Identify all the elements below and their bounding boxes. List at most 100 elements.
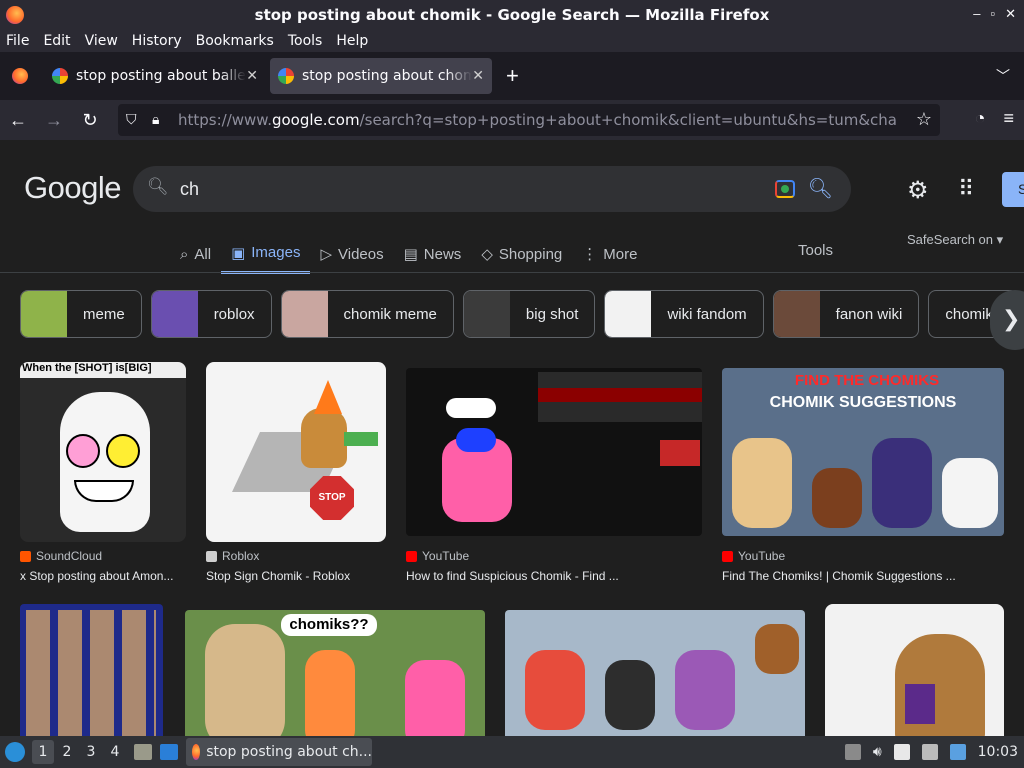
lock-icon[interactable]: 🔒︎ (152, 112, 174, 128)
chip-big-shot[interactable]: big shot (462, 290, 596, 338)
close-tab-icon[interactable]: ✕ (246, 68, 258, 84)
tab-title: stop posting about baller (76, 68, 246, 84)
app-menu-icon[interactable]: ≡ (1003, 108, 1014, 129)
window-title: stop posting about chomik - Google Searc… (254, 6, 770, 24)
tools-button[interactable]: Tools (798, 242, 833, 259)
tab-chomik[interactable]: stop posting about chomik ✕ (270, 58, 492, 94)
google-logo[interactable]: Google (24, 170, 121, 206)
chip-thumbnail (151, 291, 198, 337)
workspace-4[interactable]: 4 (104, 740, 126, 764)
tab-images[interactable]: ▣ Images (221, 234, 311, 274)
clipboard-icon[interactable] (893, 744, 910, 760)
result-image[interactable] (505, 610, 805, 736)
menu-bookmarks[interactable]: Bookmarks (196, 33, 274, 49)
shield-icon[interactable]: ⛉ (126, 112, 148, 128)
workspace-1[interactable]: 1 (32, 740, 54, 764)
result-image[interactable] (20, 604, 163, 736)
firefox-view-button[interactable] (0, 52, 40, 100)
result-source[interactable]: YouTube (722, 549, 785, 563)
result-image[interactable]: STOP (206, 362, 386, 542)
chip-thumbnail (773, 291, 820, 337)
sign-in-button[interactable]: S (1002, 172, 1024, 207)
result-source[interactable]: Roblox (206, 549, 259, 563)
tab-news[interactable]: ▤ News (394, 234, 472, 274)
reload-icon[interactable]: ↻ (72, 110, 108, 131)
url-text[interactable]: https://www.google.com/search?q=stop+pos… (178, 111, 898, 129)
close-tab-icon[interactable]: ✕ (472, 68, 484, 84)
tag-icon: ◇ (481, 246, 493, 263)
network-icon[interactable] (921, 744, 938, 760)
news-icon: ▤ (403, 246, 418, 263)
chip-wiki-fandom[interactable]: wiki fandom (604, 290, 764, 338)
title-bar: stop posting about chomik - Google Searc… (0, 0, 1024, 30)
result-image[interactable]: chomiks?? (185, 610, 485, 736)
volume-icon[interactable]: 🔊︎ (873, 744, 882, 760)
chevron-right-icon[interactable]: ❯ (990, 290, 1024, 350)
url-bar[interactable]: ⛉ 🔒︎ https://www.google.com/search?q=sto… (118, 104, 940, 136)
meme-caption-image: When the [SHOT] is[BIG] (20, 362, 186, 378)
nav-toolbar: ← → ↻ ⛉ 🔒︎ https://www.google.com/search… (0, 100, 1024, 140)
image-icon: ▣ (231, 244, 246, 262)
back-icon[interactable]: ← (0, 110, 36, 131)
menu-bar: File Edit View History Bookmarks Tools H… (0, 30, 1024, 52)
start-menu-icon[interactable] (0, 736, 30, 768)
menu-file[interactable]: File (6, 33, 29, 49)
tab-more[interactable]: ⋮ More (572, 234, 647, 274)
gear-icon[interactable]: ⚙ (907, 176, 929, 205)
minimize-button[interactable]: – (973, 6, 980, 22)
result-image[interactable] (406, 368, 702, 536)
firefox-icon (12, 68, 28, 84)
tab-videos[interactable]: ▷ Videos (310, 234, 393, 274)
maximize-button[interactable]: ▫ (990, 6, 995, 22)
tab-shopping[interactable]: ◇ Shopping (471, 234, 572, 274)
search-input[interactable] (180, 176, 740, 202)
clock: 10:03 (977, 744, 1018, 760)
search-icon: 🔍︎ (147, 177, 169, 196)
search-submit-icon[interactable]: 🔍︎ (808, 176, 833, 201)
chip-thumbnail (21, 291, 67, 337)
result-source[interactable]: SoundCloud (20, 549, 102, 563)
roblox-icon (206, 550, 217, 562)
taskbar-firefox-window[interactable]: stop posting about ch... (186, 738, 372, 766)
notification-icon[interactable] (949, 744, 966, 760)
workspace-3[interactable]: 3 (80, 740, 102, 764)
file-manager-icon[interactable] (134, 744, 152, 760)
tab-baller[interactable]: stop posting about baller ✕ (44, 58, 266, 94)
close-window-button[interactable]: ✕ (1005, 6, 1016, 22)
show-desktop-icon[interactable] (160, 744, 178, 760)
safesearch-dropdown[interactable]: SafeSearch on ▾ (907, 232, 1003, 248)
result-caption[interactable]: Find The Chomiks! | Chomik Suggestions .… (722, 569, 1004, 583)
result-caption[interactable]: Stop Sign Chomik - Roblox (206, 569, 386, 583)
lens-icon[interactable] (775, 180, 795, 198)
chip-chomik-meme[interactable]: chomik meme (280, 290, 454, 338)
workspace-2[interactable]: 2 (56, 740, 78, 764)
more-vert-icon: ⋮ (582, 246, 598, 263)
menu-help[interactable]: Help (336, 33, 368, 49)
related-chips: meme roblox chomik meme big shot wiki fa… (20, 290, 1019, 338)
result-source[interactable]: YouTube (406, 549, 469, 563)
result-caption[interactable]: How to find Suspicious Chomik - Find ... (406, 569, 702, 583)
youtube-icon (722, 550, 733, 562)
account-icon[interactable]: ◔ (975, 108, 986, 129)
result-image[interactable]: FIND THE CHOMIKS CHOMIK SUGGESTIONS (722, 368, 1004, 536)
menu-tools[interactable]: Tools (288, 33, 323, 49)
result-caption[interactable]: x Stop posting about Amon... (20, 569, 186, 583)
forward-icon[interactable]: → (36, 110, 72, 131)
result-image[interactable] (825, 604, 1004, 736)
menu-view[interactable]: View (85, 33, 118, 49)
search-icon: ⌕ (180, 245, 189, 263)
list-all-tabs-icon[interactable]: ﹀ (996, 66, 1010, 86)
tray-upload-icon[interactable] (844, 744, 861, 760)
apps-grid-icon[interactable]: ⠿ (958, 176, 974, 202)
tab-all[interactable]: ⌕ All (170, 234, 221, 274)
menu-history[interactable]: History (132, 33, 182, 49)
bookmark-star-icon[interactable]: ☆ (916, 109, 932, 130)
chip-meme[interactable]: meme (20, 290, 142, 338)
chip-fanon-wiki[interactable]: fanon wiki (772, 290, 920, 338)
result-image[interactable]: When the [SHOT] is[BIG] (20, 362, 186, 542)
new-tab-button[interactable]: + (506, 63, 519, 89)
chip-roblox[interactable]: roblox (150, 290, 272, 338)
menu-edit[interactable]: Edit (43, 33, 70, 49)
search-type-tabs: ⌕ All ▣ Images ▷ Videos ▤ News ◇ Shopping ⋮ Mo… (170, 234, 647, 274)
search-box[interactable]: 🔍︎ 🔍︎ (133, 166, 851, 212)
